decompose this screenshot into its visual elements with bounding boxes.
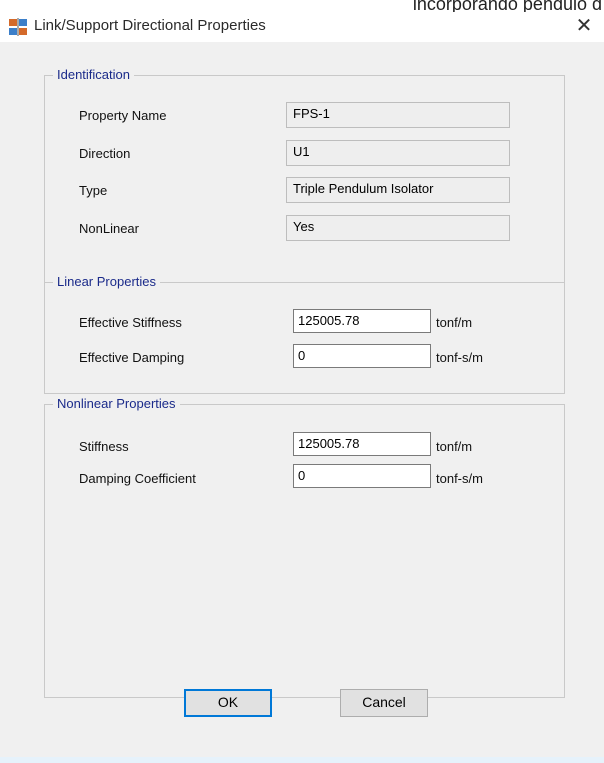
title-bar: Link/Support Directional Properties ✕	[0, 12, 604, 42]
effective-damping-label: Effective Damping	[79, 350, 185, 365]
linear-properties-legend: Linear Properties	[53, 274, 160, 289]
stiffness-input[interactable]: 125005.78	[293, 432, 431, 456]
damping-coefficient-input[interactable]: 0	[293, 464, 431, 488]
cancel-button[interactable]: Cancel	[340, 689, 428, 717]
property-name-field: FPS-1	[286, 102, 510, 128]
property-name-label: Property Name	[79, 108, 167, 123]
nonlinear-properties-legend: Nonlinear Properties	[53, 396, 180, 411]
linear-properties-group: Linear Properties Effective Stiffness 12…	[44, 274, 565, 394]
damping-coefficient-label: Damping Coefficient	[79, 471, 196, 486]
type-label: Type	[79, 183, 108, 198]
identification-legend: Identification	[53, 67, 134, 82]
nonlinear-properties-group: Nonlinear Properties Stiffness 125005.78…	[44, 396, 565, 698]
identification-group: Identification Property Name FPS-1 Direc…	[44, 67, 565, 292]
effective-stiffness-unit: tonf/m	[436, 315, 473, 330]
type-field: Triple Pendulum Isolator	[286, 177, 510, 203]
dialog-body: Identification Property Name FPS-1 Direc…	[0, 42, 604, 763]
direction-field: U1	[286, 140, 510, 166]
stiffness-unit: tonf/m	[436, 439, 473, 454]
bottom-edge	[0, 757, 604, 763]
app-grid-icon	[9, 18, 27, 36]
effective-stiffness-input[interactable]: 125005.78	[293, 309, 431, 333]
damping-coefficient-unit: tonf-s/m	[436, 471, 483, 486]
direction-label: Direction	[79, 146, 131, 161]
effective-damping-input[interactable]: 0	[293, 344, 431, 368]
nonlinear-label: NonLinear	[79, 221, 139, 236]
effective-stiffness-label: Effective Stiffness	[79, 315, 182, 330]
close-icon[interactable]: ✕	[572, 14, 596, 38]
stiffness-label: Stiffness	[79, 439, 129, 454]
window-title: Link/Support Directional Properties	[34, 17, 266, 34]
nonlinear-field: Yes	[286, 215, 510, 241]
effective-damping-unit: tonf-s/m	[436, 350, 483, 365]
ok-button[interactable]: OK	[184, 689, 272, 717]
